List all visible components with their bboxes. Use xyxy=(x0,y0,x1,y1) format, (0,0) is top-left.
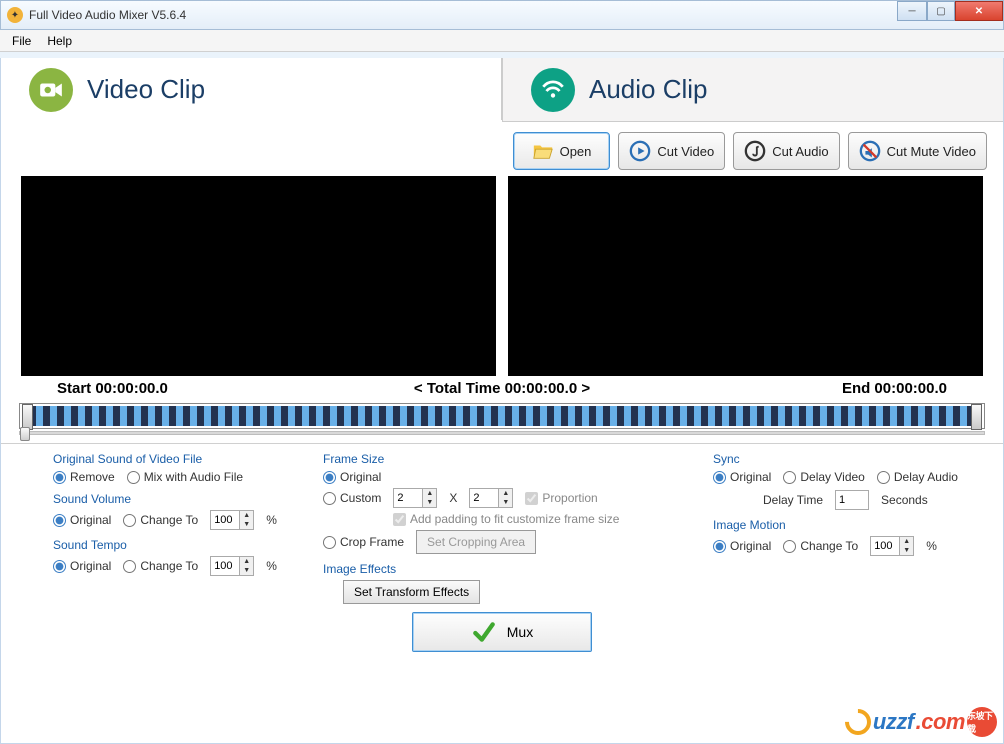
radio-volume-original[interactable]: Original xyxy=(53,513,111,527)
group-label: Original Sound of Video File xyxy=(53,452,313,466)
group-label: Image Motion xyxy=(713,518,991,532)
delay-time-label: Delay Time xyxy=(763,493,823,507)
padding-checkbox[interactable]: Add padding to fit customize frame size xyxy=(393,512,619,526)
radio-sync-original[interactable]: Original xyxy=(713,470,771,484)
frame-size-group: Frame Size Original Custom ▲▼ X ▲▼ Propo… xyxy=(323,452,663,554)
maximize-button[interactable]: ▢ xyxy=(927,1,955,21)
radio-frame-custom[interactable]: Custom xyxy=(323,491,381,505)
folder-open-icon xyxy=(532,140,554,162)
radio-frame-original[interactable]: Original xyxy=(323,470,381,484)
radio-tempo-change[interactable]: Change To xyxy=(123,559,198,573)
minimize-button[interactable]: ─ xyxy=(897,1,927,21)
tab-label: Video Clip xyxy=(87,74,205,105)
group-label: Sound Volume xyxy=(53,492,313,506)
percent-label: % xyxy=(926,539,937,553)
window-titlebar: ✦ Full Video Audio Mixer V5.6.4 ─ ▢ ✕ xyxy=(0,0,1004,30)
wifi-icon xyxy=(531,68,575,112)
radio-volume-change[interactable]: Change To xyxy=(123,513,198,527)
sound-volume-group: Sound Volume Original Change To ▲▼ % xyxy=(53,492,313,530)
toolbar: Open Cut Video Cut Audio Cut Mute Video xyxy=(1,122,1003,176)
client-area: Video Clip Audio Clip Open Cut Video Cut… xyxy=(0,58,1004,744)
time-labels: Start 00:00:00.0 < Total Time 00:00:00.0… xyxy=(1,376,1003,399)
radio-mix-with-audio[interactable]: Mix with Audio File xyxy=(127,470,243,484)
total-time-label: < Total Time 00:00:00.0 > xyxy=(280,380,725,397)
cut-video-button[interactable]: Cut Video xyxy=(618,132,725,170)
percent-label: % xyxy=(266,513,277,527)
frame-height-spinner[interactable]: ▲▼ xyxy=(469,488,513,508)
mux-button[interactable]: Mux xyxy=(412,612,592,652)
button-label: Mux xyxy=(507,624,533,640)
image-effects-group: Image Effects Set Transform Effects xyxy=(323,562,663,604)
set-transform-effects-button[interactable]: Set Transform Effects xyxy=(343,580,480,604)
radio-tempo-original[interactable]: Original xyxy=(53,559,111,573)
check-icon xyxy=(471,619,497,645)
watermark-badge: 东坡下载 xyxy=(967,707,997,737)
open-button[interactable]: Open xyxy=(513,132,611,170)
radio-delay-video[interactable]: Delay Video xyxy=(783,470,865,484)
app-icon: ✦ xyxy=(7,7,23,23)
tab-audio-clip[interactable]: Audio Clip xyxy=(502,58,1003,122)
range-selector[interactable] xyxy=(19,403,985,429)
mute-circle-icon xyxy=(859,140,881,162)
volume-spinner[interactable]: ▲▼ xyxy=(210,510,254,530)
frame-width-spinner[interactable]: ▲▼ xyxy=(393,488,437,508)
menu-bar: File Help xyxy=(0,30,1004,52)
group-label: Sound Tempo xyxy=(53,538,313,552)
start-time-label: Start 00:00:00.0 xyxy=(57,380,280,397)
radio-crop-frame[interactable]: Crop Frame xyxy=(323,535,404,549)
original-sound-group: Original Sound of Video File Remove Mix … xyxy=(53,452,313,484)
motion-spinner[interactable]: ▲▼ xyxy=(870,536,914,556)
button-label: Cut Video xyxy=(657,144,714,159)
divider xyxy=(1,443,1003,444)
radio-motion-original[interactable]: Original xyxy=(713,539,771,553)
tab-label: Audio Clip xyxy=(589,74,708,105)
group-label: Sync xyxy=(713,452,991,466)
close-button[interactable]: ✕ xyxy=(955,1,1003,21)
seconds-label: Seconds xyxy=(881,493,928,507)
video-camera-icon xyxy=(29,68,73,112)
seek-slider[interactable] xyxy=(19,431,985,435)
radio-motion-change[interactable]: Change To xyxy=(783,539,858,553)
radio-delay-audio[interactable]: Delay Audio xyxy=(877,470,958,484)
button-label: Cut Audio xyxy=(772,144,828,159)
delay-time-input[interactable] xyxy=(835,490,869,510)
button-label: Open xyxy=(560,144,592,159)
preview-left xyxy=(21,176,496,376)
watermark: uzzf.com 东坡下载 xyxy=(845,707,997,737)
options-panel: Original Sound of Video File Remove Mix … xyxy=(1,450,1003,610)
set-cropping-area-button[interactable]: Set Cropping Area xyxy=(416,530,536,554)
seek-thumb[interactable] xyxy=(20,427,30,441)
menu-file[interactable]: File xyxy=(4,32,39,50)
sound-tempo-group: Sound Tempo Original Change To ▲▼ % xyxy=(53,538,313,576)
group-label: Image Effects xyxy=(323,562,663,576)
image-motion-group: Image Motion Original Change To ▲▼ % xyxy=(713,518,991,556)
end-time-label: End 00:00:00.0 xyxy=(725,380,948,397)
menu-help[interactable]: Help xyxy=(39,32,80,50)
cut-mute-video-button[interactable]: Cut Mute Video xyxy=(848,132,987,170)
play-circle-icon xyxy=(629,140,651,162)
percent-label: % xyxy=(266,559,277,573)
preview-row xyxy=(1,176,1003,376)
watermark-logo-icon xyxy=(839,704,876,741)
range-handle-end[interactable] xyxy=(971,404,982,430)
preview-right xyxy=(508,176,983,376)
radio-remove[interactable]: Remove xyxy=(53,470,115,484)
proportion-checkbox[interactable]: Proportion xyxy=(525,491,597,505)
cut-audio-button[interactable]: Cut Audio xyxy=(733,132,839,170)
tempo-spinner[interactable]: ▲▼ xyxy=(210,556,254,576)
tab-video-clip[interactable]: Video Clip xyxy=(1,58,502,121)
window-title: Full Video Audio Mixer V5.6.4 xyxy=(29,8,186,22)
note-circle-icon xyxy=(744,140,766,162)
button-label: Cut Mute Video xyxy=(887,144,976,159)
tab-strip: Video Clip Audio Clip xyxy=(1,58,1003,122)
sync-group: Sync Original Delay Video Delay Audio De… xyxy=(713,452,991,510)
group-label: Frame Size xyxy=(323,452,663,466)
x-label: X xyxy=(449,491,457,505)
